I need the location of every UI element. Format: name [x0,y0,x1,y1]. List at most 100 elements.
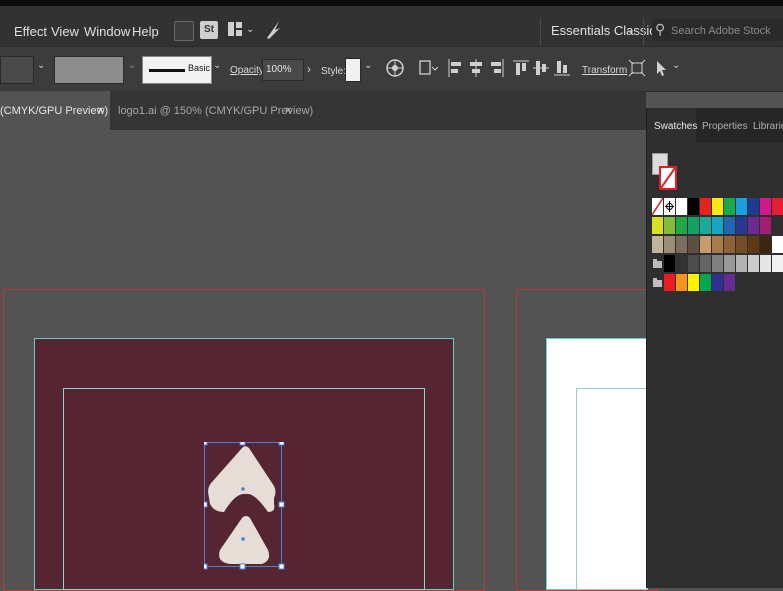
swatch[interactable] [688,236,699,253]
panel-tab-bar: Swatches Properties Libraries [647,108,783,142]
swatch[interactable] [772,198,783,215]
swatch[interactable] [736,217,747,234]
swatch[interactable] [736,198,747,215]
swatch[interactable] [712,198,723,215]
swatch[interactable] [724,274,735,291]
menu-window[interactable]: Window [84,24,130,39]
swatch[interactable] [700,217,711,234]
swatch-group-folder-icon[interactable] [652,255,663,272]
chevron-down-icon[interactable]: ⌄ [128,60,136,71]
swatch[interactable] [760,255,771,272]
opacity-value: 100% [266,64,292,75]
swatch[interactable] [688,198,699,215]
swatch[interactable] [760,198,771,215]
swatch[interactable] [676,236,687,253]
stroke-weight-field[interactable] [0,56,34,84]
close-icon[interactable]: × [285,103,292,117]
swatch[interactable] [772,236,783,253]
recolor-artwork-icon[interactable] [386,59,404,80]
align-bottom-icon[interactable] [554,59,570,80]
document-tab-bar: (CMYK/GPU Preview) × logo1.ai @ 150% (CM… [0,91,646,130]
swatch[interactable] [748,236,759,253]
bridge-icon[interactable] [174,21,194,41]
swatch[interactable] [712,274,723,291]
stroke-color-box[interactable] [659,166,677,190]
swatch[interactable] [664,274,675,291]
swatch[interactable] [652,217,663,234]
chevron-down-icon[interactable]: ⌄ [672,60,680,71]
swatch[interactable] [676,274,687,291]
swatch[interactable] [676,198,687,215]
menu-view[interactable]: View [51,24,79,39]
swatch[interactable] [748,255,759,272]
align-top-icon[interactable] [513,59,529,80]
logo-artwork-selected[interactable] [201,439,288,577]
swatch-none[interactable] [651,197,664,216]
swatch[interactable] [700,255,711,272]
swatch[interactable] [772,255,783,272]
brush-definition[interactable]: Basic [142,56,212,84]
chevron-down-icon[interactable]: ⌄ [364,60,372,71]
swatch[interactable] [652,236,663,253]
stroke-line [149,69,185,72]
close-icon[interactable]: × [97,103,104,117]
swatch[interactable] [664,255,675,272]
tab-document-active[interactable]: (CMYK/GPU Preview) × [0,91,110,130]
swatch[interactable] [700,198,711,215]
tab-libraries[interactable]: Libraries [753,121,783,132]
swatch[interactable] [724,236,735,253]
menu-effect[interactable]: Effect [14,24,47,39]
graphic-style-swatch[interactable] [345,58,361,82]
swatch[interactable] [736,236,747,253]
opacity-field[interactable]: 100% [262,59,304,81]
swatch-registration[interactable] [664,198,675,215]
swatch[interactable] [700,236,711,253]
variable-width-profile[interactable] [54,56,124,84]
swatch-group-folder-icon[interactable] [652,274,663,291]
swatch[interactable] [736,255,747,272]
isolate-selection-icon[interactable] [628,59,646,80]
swatch[interactable] [676,217,687,234]
arrange-chevron-icon[interactable]: ⌄ [246,24,254,35]
align-left-icon[interactable] [447,59,463,80]
swatch[interactable] [676,255,687,272]
swatch[interactable] [760,217,771,234]
chevron-down-icon[interactable]: ⌄ [37,60,45,71]
chevron-right-icon[interactable]: › [307,62,311,76]
swatch[interactable] [712,236,723,253]
align-horizontal-center-icon[interactable] [468,59,484,80]
workspace-switcher[interactable]: Essentials Classic [551,23,656,38]
document-setup-icon[interactable] [418,59,440,80]
swatch[interactable] [688,255,699,272]
transform-button[interactable]: Transform [582,65,627,76]
swatch[interactable] [664,236,675,253]
swatch[interactable] [748,198,759,215]
tab-properties[interactable]: Properties [702,121,748,132]
swatch[interactable] [688,217,699,234]
select-similar-icon[interactable] [653,59,671,80]
tab-label: (CMYK/GPU Preview) [0,105,109,117]
swatch[interactable] [664,217,675,234]
arrange-documents-icon[interactable] [228,22,242,36]
separator [540,18,541,46]
swatch[interactable] [712,255,723,272]
gpu-performance-icon[interactable] [264,18,282,43]
brush-style-label: Basic [188,63,211,73]
guide-rectangle[interactable] [576,388,647,590]
swatch[interactable] [712,217,723,234]
swatch[interactable] [760,236,771,253]
swatch[interactable] [700,274,711,291]
workspace-chevron-icon[interactable]: ⌄ [626,23,635,36]
tab-swatches[interactable]: Swatches [647,108,697,142]
swatch[interactable] [724,198,735,215]
chevron-down-icon[interactable]: ⌄ [213,60,221,71]
menu-help[interactable]: Help [132,24,159,39]
tab-logo1[interactable]: logo1.ai @ 150% (CMYK/GPU Preview) [118,105,313,117]
align-right-icon[interactable] [489,59,505,80]
swatch[interactable] [724,255,735,272]
align-vertical-center-icon[interactable] [533,59,549,80]
swatch[interactable] [724,217,735,234]
adobe-stock-icon[interactable]: St [200,21,218,39]
swatch[interactable] [688,274,699,291]
swatch[interactable] [748,217,759,234]
